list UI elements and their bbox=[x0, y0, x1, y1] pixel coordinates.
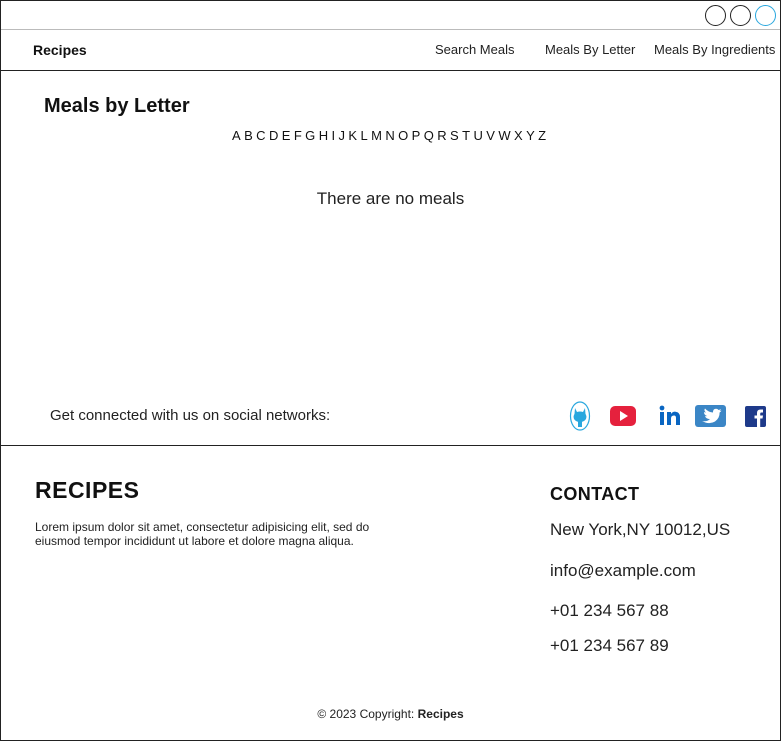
youtube-icon[interactable] bbox=[609, 401, 637, 431]
letter-link[interactable]: T bbox=[462, 128, 470, 143]
empty-state-message: There are no meals bbox=[316, 189, 465, 208]
letter-link[interactable]: C bbox=[256, 128, 266, 143]
nav-link-meals-by-ingredients[interactable]: Meals By Ingredients bbox=[654, 42, 775, 57]
letter-link[interactable]: S bbox=[450, 128, 459, 143]
letter-link[interactable]: O bbox=[398, 128, 408, 143]
page-title: Meals by Letter bbox=[44, 95, 190, 117]
contact-phone[interactable]: +01 234 567 89 bbox=[550, 636, 669, 656]
social-caption: Get connected with us on social networks… bbox=[50, 407, 331, 424]
letter-link[interactable]: M bbox=[371, 128, 382, 143]
letter-link[interactable]: U bbox=[473, 128, 483, 143]
letter-link[interactable]: Q bbox=[424, 128, 434, 143]
letter-link[interactable]: L bbox=[360, 128, 368, 143]
footer-title: RECIPES bbox=[35, 477, 140, 503]
letter-link[interactable]: D bbox=[269, 128, 279, 143]
copyright: © 2023 Copyright: Recipes bbox=[0, 707, 781, 721]
brand-link[interactable]: Recipes bbox=[33, 42, 87, 58]
letter-link[interactable]: F bbox=[294, 128, 302, 143]
facebook-icon[interactable] bbox=[744, 401, 767, 431]
letter-link[interactable]: I bbox=[331, 128, 335, 143]
nav-link-search-meals[interactable]: Search Meals bbox=[435, 42, 514, 57]
letter-link[interactable]: E bbox=[282, 128, 291, 143]
letter-link[interactable]: P bbox=[412, 128, 421, 143]
copyright-text: © 2023 Copyright: bbox=[317, 707, 415, 721]
github-icon[interactable] bbox=[569, 401, 591, 431]
contact-email[interactable]: info@example.com bbox=[550, 561, 696, 581]
footer-description: Lorem ipsum dolor sit amet, consectetur … bbox=[35, 520, 370, 548]
window-control-button[interactable] bbox=[730, 5, 751, 26]
letter-link[interactable]: J bbox=[339, 128, 346, 143]
contact-title: CONTACT bbox=[550, 484, 640, 504]
letter-link[interactable]: V bbox=[486, 128, 495, 143]
letter-index: ABCDEFGHIJKLMNOPQRSTUVWXYZ bbox=[232, 128, 550, 143]
window-bar bbox=[1, 1, 780, 30]
window-control-button-active[interactable] bbox=[755, 5, 776, 26]
letter-link[interactable]: B bbox=[244, 128, 253, 143]
copyright-brand-link[interactable]: Recipes bbox=[418, 707, 464, 721]
letter-link[interactable]: N bbox=[385, 128, 395, 143]
letter-link[interactable]: Y bbox=[526, 128, 535, 143]
letter-link[interactable]: X bbox=[514, 128, 523, 143]
letter-link[interactable]: W bbox=[498, 128, 511, 143]
linkedin-icon[interactable] bbox=[658, 401, 682, 431]
footer-divider bbox=[0, 445, 781, 446]
window-control-button[interactable] bbox=[705, 5, 726, 26]
nav-link-meals-by-letter[interactable]: Meals By Letter bbox=[545, 42, 635, 57]
letter-link[interactable]: K bbox=[348, 128, 357, 143]
twitter-icon[interactable] bbox=[694, 401, 727, 431]
letter-link[interactable]: G bbox=[305, 128, 315, 143]
letter-link[interactable]: H bbox=[319, 128, 329, 143]
contact-address: New York,NY 10012,US bbox=[550, 520, 731, 539]
letter-link[interactable]: A bbox=[232, 128, 241, 143]
letter-link[interactable]: Z bbox=[538, 128, 546, 143]
navbar: Recipes Search Meals Meals By Letter Mea… bbox=[1, 30, 780, 71]
contact-phone[interactable]: +01 234 567 88 bbox=[550, 601, 669, 621]
letter-link[interactable]: R bbox=[437, 128, 447, 143]
